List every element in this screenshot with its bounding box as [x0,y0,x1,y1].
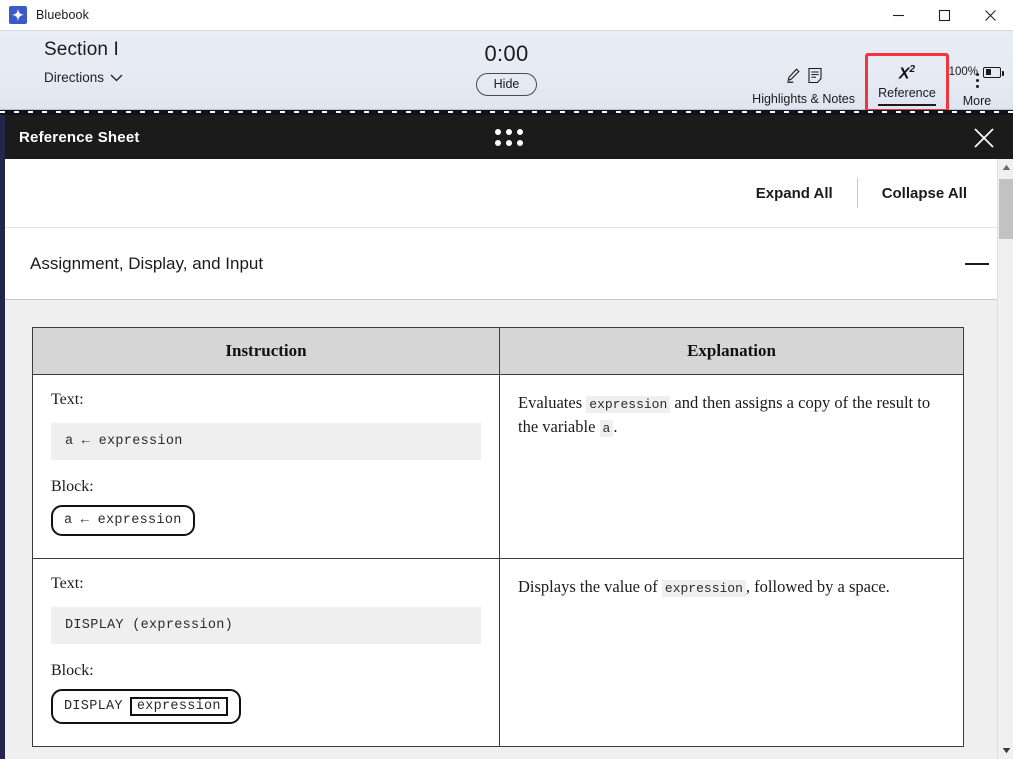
explanation-cell: Evaluates expression and then assigns a … [499,374,964,559]
block-code-prefix: DISPLAY [64,699,123,714]
block-code-box: a ← expression [51,505,195,536]
accordion-content: Instruction Explanation Text: a ← expres… [5,300,1013,759]
reference-table: Instruction Explanation Text: a ← expres… [32,327,964,747]
block-label: Block: [51,662,94,679]
x-squared-icon: X2 [898,63,916,83]
bluebook-logo-icon: ✦ [9,6,27,24]
block-code-box: DISPLAY expression [51,689,241,724]
instruction-cell: Text: a ← expression Block: a ← expressi… [32,374,500,559]
expl-code: expression [586,396,671,413]
minus-icon [965,262,989,265]
block-code-slot: expression [129,697,228,716]
highlighter-icon [784,67,801,89]
bluebook-logo-glyph: ✦ [12,7,24,23]
expl-code: a [599,419,614,437]
drag-dots-icon [495,128,523,146]
block-label: Block: [51,478,94,495]
scroll-down-button[interactable] [998,742,1013,759]
column-header-instruction: Instruction [32,327,500,375]
table-head: Instruction Explanation [32,327,964,375]
reference-sheet-panel: Reference Sheet Expand All Collapse All … [5,115,1013,759]
expl-part: , followed by a space. [745,577,890,596]
explanation-text: Evaluates expression and then assigns a … [518,391,945,439]
hide-timer-button[interactable]: Hide [475,73,538,96]
battery-icon [983,66,1004,78]
minimize-button[interactable] [875,0,921,31]
exam-toolbar: Section I Directions 0:00 Hide Highlight… [0,31,1013,112]
window-title-bar: ✦ Bluebook [0,0,1013,31]
expl-code: expression [661,580,746,597]
close-icon [974,128,994,148]
reference-label: Reference [878,86,936,100]
caret-down-icon [1002,748,1010,754]
scrollbar-thumb[interactable] [999,179,1013,239]
column-header-explanation: Explanation [499,327,964,375]
reference-sheet-title: Reference Sheet [19,128,140,146]
reference-icons: X2 [899,61,915,83]
table-row: Text: a ← expression Block: a ← expressi… [32,374,964,559]
reference-button[interactable]: X2 Reference [865,53,949,112]
close-button[interactable] [967,0,1013,31]
toolbar-tools: Highlights & Notes X2 Reference More [742,53,1005,112]
expand-all-button[interactable]: Expand All [732,185,857,202]
divider-dashes [0,111,1013,113]
maximize-button[interactable] [921,0,967,31]
reference-sheet-close-button[interactable] [971,125,997,151]
highlights-notes-icons [784,67,823,89]
reference-sheet-scrollbar[interactable] [997,159,1013,759]
accordion-title: Assignment, Display, and Input [30,253,264,273]
caret-up-icon [1002,164,1010,170]
expand-collapse-bar: Expand All Collapse All [5,159,1013,228]
text-code-band: DISPLAY (expression) [51,607,481,644]
reference-sheet-body: Expand All Collapse All Assignment, Disp… [5,159,1013,759]
app-root: ✦ Bluebook Section I Directions 0:00 Hid… [0,0,1013,759]
expl-part: . [613,416,618,436]
text-label: Text: [51,575,84,592]
zoom-percent-label: 100% [948,66,978,78]
highlights-notes-label: Highlights & Notes [752,92,855,106]
status-indicators: 100% [948,66,1004,78]
drag-handle[interactable] [5,115,1013,159]
accordion-header-assignment-display-input[interactable]: Assignment, Display, and Input [5,228,1013,300]
reference-sheet-header: Reference Sheet [5,115,1013,159]
expl-part: Displays the value of [518,577,662,596]
text-label: Text: [51,391,84,408]
table-row: Text: DISPLAY (expression) Block: DISPLA… [32,558,964,747]
table-body: Text: a ← expression Block: a ← expressi… [32,374,964,747]
instruction-cell: Text: DISPLAY (expression) Block: DISPLA… [32,558,500,747]
collapse-all-button[interactable]: Collapse All [858,185,991,202]
text-code-band: a ← expression [51,423,481,460]
block-code-prefix: a ← expression [64,513,182,528]
explanation-cell: Displays the value of expression, follow… [499,558,964,747]
highlights-notes-button[interactable]: Highlights & Notes [742,63,865,112]
note-icon [807,67,823,89]
window-title: Bluebook [36,8,89,22]
scroll-up-button[interactable] [998,159,1013,176]
explanation-text: Displays the value of expression, follow… [518,575,945,599]
reference-underline [878,104,936,106]
expl-part: Evaluates [518,393,587,412]
table-header-row: Instruction Explanation [32,327,964,375]
